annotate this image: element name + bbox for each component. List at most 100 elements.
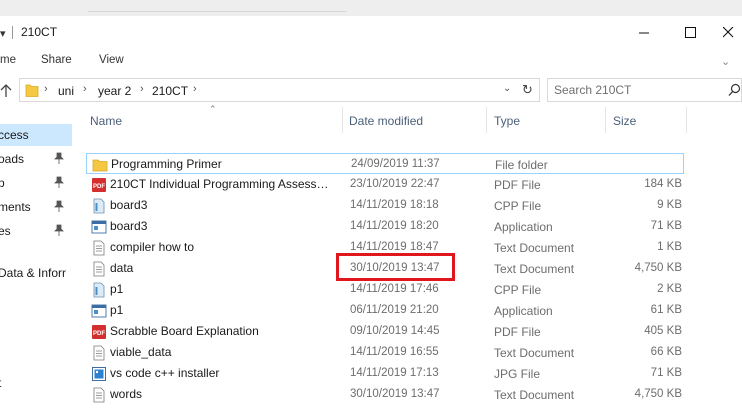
file-size: 4,750 KB: [634, 262, 682, 274]
file-row[interactable]: p1 06/11/2019 21:20 Application 61 KB: [86, 300, 684, 321]
file-name: 210CT Individual Programming Assessm...: [110, 177, 334, 191]
nav-item-label: p: [0, 176, 5, 190]
column-header-size[interactable]: Size: [613, 114, 636, 128]
file-type: PDF File: [494, 325, 541, 339]
breadcrumb-uni[interactable]: uni: [58, 84, 74, 98]
file-row[interactable]: board3 14/11/2019 18:20 Application 71 KB: [86, 216, 684, 237]
search-input[interactable]: [554, 82, 714, 98]
chevron-right-icon[interactable]: ›: [193, 83, 197, 95]
nav-item-quick-access[interactable]: ccess: [0, 124, 72, 146]
file-type: PDF File: [494, 178, 541, 192]
file-row[interactable]: Programming Primer 24/09/2019 11:37 File f…: [86, 153, 684, 174]
text-file-icon: [91, 261, 107, 277]
address-history-dropdown-icon[interactable]: ⌄: [503, 83, 511, 94]
nav-item-label: oads: [0, 152, 25, 166]
column-divider[interactable]: [686, 107, 687, 133]
expand-ribbon-icon[interactable]: ⌄: [721, 55, 730, 68]
file-name: vs code c++ installer: [110, 366, 220, 380]
folder-icon: [25, 84, 39, 97]
file-row[interactable]: p1 14/11/2019 17:46 CPP File 2 KB: [86, 279, 684, 300]
nav-item-documents[interactable]: ments: [0, 196, 72, 218]
application-icon: [91, 303, 107, 319]
pin-icon: [54, 224, 64, 236]
nav-item-label: ccess: [0, 128, 29, 142]
file-name: Scrabble Board Explanation: [110, 324, 259, 338]
file-size: 184 KB: [644, 178, 682, 190]
file-type: Text Document: [494, 346, 575, 360]
navigation-pane: ccess oads p ments es Data & Inforr t: [0, 107, 72, 415]
sort-ascending-icon: ⌃: [209, 104, 217, 114]
search-box[interactable]: [547, 78, 742, 102]
chevron-right-icon[interactable]: ›: [83, 83, 87, 95]
file-type: Application: [494, 220, 553, 234]
file-type: CPP File: [494, 199, 542, 213]
nav-item-label: es: [0, 224, 11, 238]
file-date-modified: 14/11/2019 18:20: [350, 220, 439, 232]
tab-view[interactable]: View: [99, 54, 124, 66]
pdf-icon: PDF: [91, 324, 107, 340]
file-row[interactable]: PDF Scrabble Board Explanation 09/10/2019 …: [86, 321, 684, 342]
file-size: 1 KB: [657, 241, 682, 253]
file-type: Text Document: [494, 388, 575, 402]
nav-item-data-information[interactable]: Data & Inforr: [0, 262, 72, 284]
quick-access-dropdown-icon[interactable]: ▾: [0, 27, 6, 40]
file-name: compiler how to: [110, 240, 195, 254]
svg-text:PDF: PDF: [93, 331, 105, 337]
file-row[interactable]: PDF 210CT Individual Programming Assessm.…: [86, 174, 684, 195]
file-row[interactable]: board3 14/11/2019 18:18 CPP File 9 KB: [86, 195, 684, 216]
breadcrumb-210ct[interactable]: 210CT: [152, 84, 188, 98]
file-type: Application: [494, 304, 553, 318]
file-name: p1: [110, 282, 124, 296]
cpp-file-icon: [91, 282, 107, 298]
file-type: Text Document: [494, 262, 575, 276]
text-file-icon: [91, 387, 107, 403]
column-divider[interactable]: [486, 107, 487, 133]
nav-item-downloads[interactable]: oads: [0, 148, 72, 170]
text-file-icon: [91, 345, 107, 361]
ribbon-tabs: me Share View ⌄: [0, 52, 742, 72]
tab-home[interactable]: me: [0, 54, 16, 66]
file-name: Programming Primer: [111, 157, 222, 171]
close-button[interactable]: [713, 16, 742, 48]
maximize-button[interactable]: [667, 16, 713, 48]
search-icon[interactable]: [728, 83, 741, 97]
chevron-right-icon[interactable]: ›: [140, 83, 144, 95]
folder-icon: [92, 157, 108, 173]
minimize-icon: [638, 32, 649, 33]
file-row[interactable]: words 30/10/2019 13:47 Text Document 4,750 …: [86, 384, 684, 405]
file-size: 66 KB: [650, 346, 682, 358]
nav-item-misc[interactable]: t: [0, 372, 72, 394]
file-date-modified: 30/10/2019 13:47: [350, 388, 440, 400]
file-date-modified: 14/11/2019 16:55: [350, 346, 439, 358]
tab-share[interactable]: Share: [41, 54, 72, 66]
title-separator: [12, 26, 13, 39]
address-bar[interactable]: › uni › year 2 › 210CT › ⌄ ↻: [19, 78, 540, 102]
svg-text:PDF: PDF: [93, 184, 105, 190]
file-size: 9 KB: [657, 199, 682, 211]
file-date-modified: 14/11/2019 18:18: [350, 199, 439, 211]
background-strip: [0, 0, 742, 16]
breadcrumb-year2[interactable]: year 2: [98, 84, 131, 98]
chevron-right-icon[interactable]: ›: [44, 83, 48, 95]
pin-icon: [54, 176, 64, 188]
column-header-name[interactable]: Name: [90, 114, 122, 128]
nav-item-desktop[interactable]: p: [0, 172, 72, 194]
file-size: 4,750 KB: [634, 388, 682, 400]
nav-item-pictures[interactable]: es: [0, 220, 72, 242]
application-icon: [91, 219, 107, 235]
up-arrow-icon[interactable]: [0, 82, 14, 98]
column-divider[interactable]: [605, 107, 606, 133]
column-header-type[interactable]: Type: [494, 114, 520, 128]
file-date-modified: 09/10/2019 14:45: [350, 325, 440, 337]
column-divider[interactable]: [342, 107, 343, 133]
file-row[interactable]: vs code c++ installer 14/11/2019 17:13 JPG…: [86, 363, 684, 384]
nav-item-label: Data & Inforr: [0, 266, 67, 280]
file-row[interactable]: viable_data 14/11/2019 16:55 Text Document…: [86, 342, 684, 363]
file-type: JPG File: [494, 367, 541, 381]
column-header-row: ⌃ Name Date modified Type Size: [82, 104, 742, 133]
column-header-date[interactable]: Date modified: [349, 114, 423, 128]
minimize-button[interactable]: [621, 16, 667, 48]
file-name: data: [110, 261, 134, 275]
pin-icon: [54, 152, 64, 164]
refresh-icon[interactable]: ↻: [522, 82, 533, 98]
